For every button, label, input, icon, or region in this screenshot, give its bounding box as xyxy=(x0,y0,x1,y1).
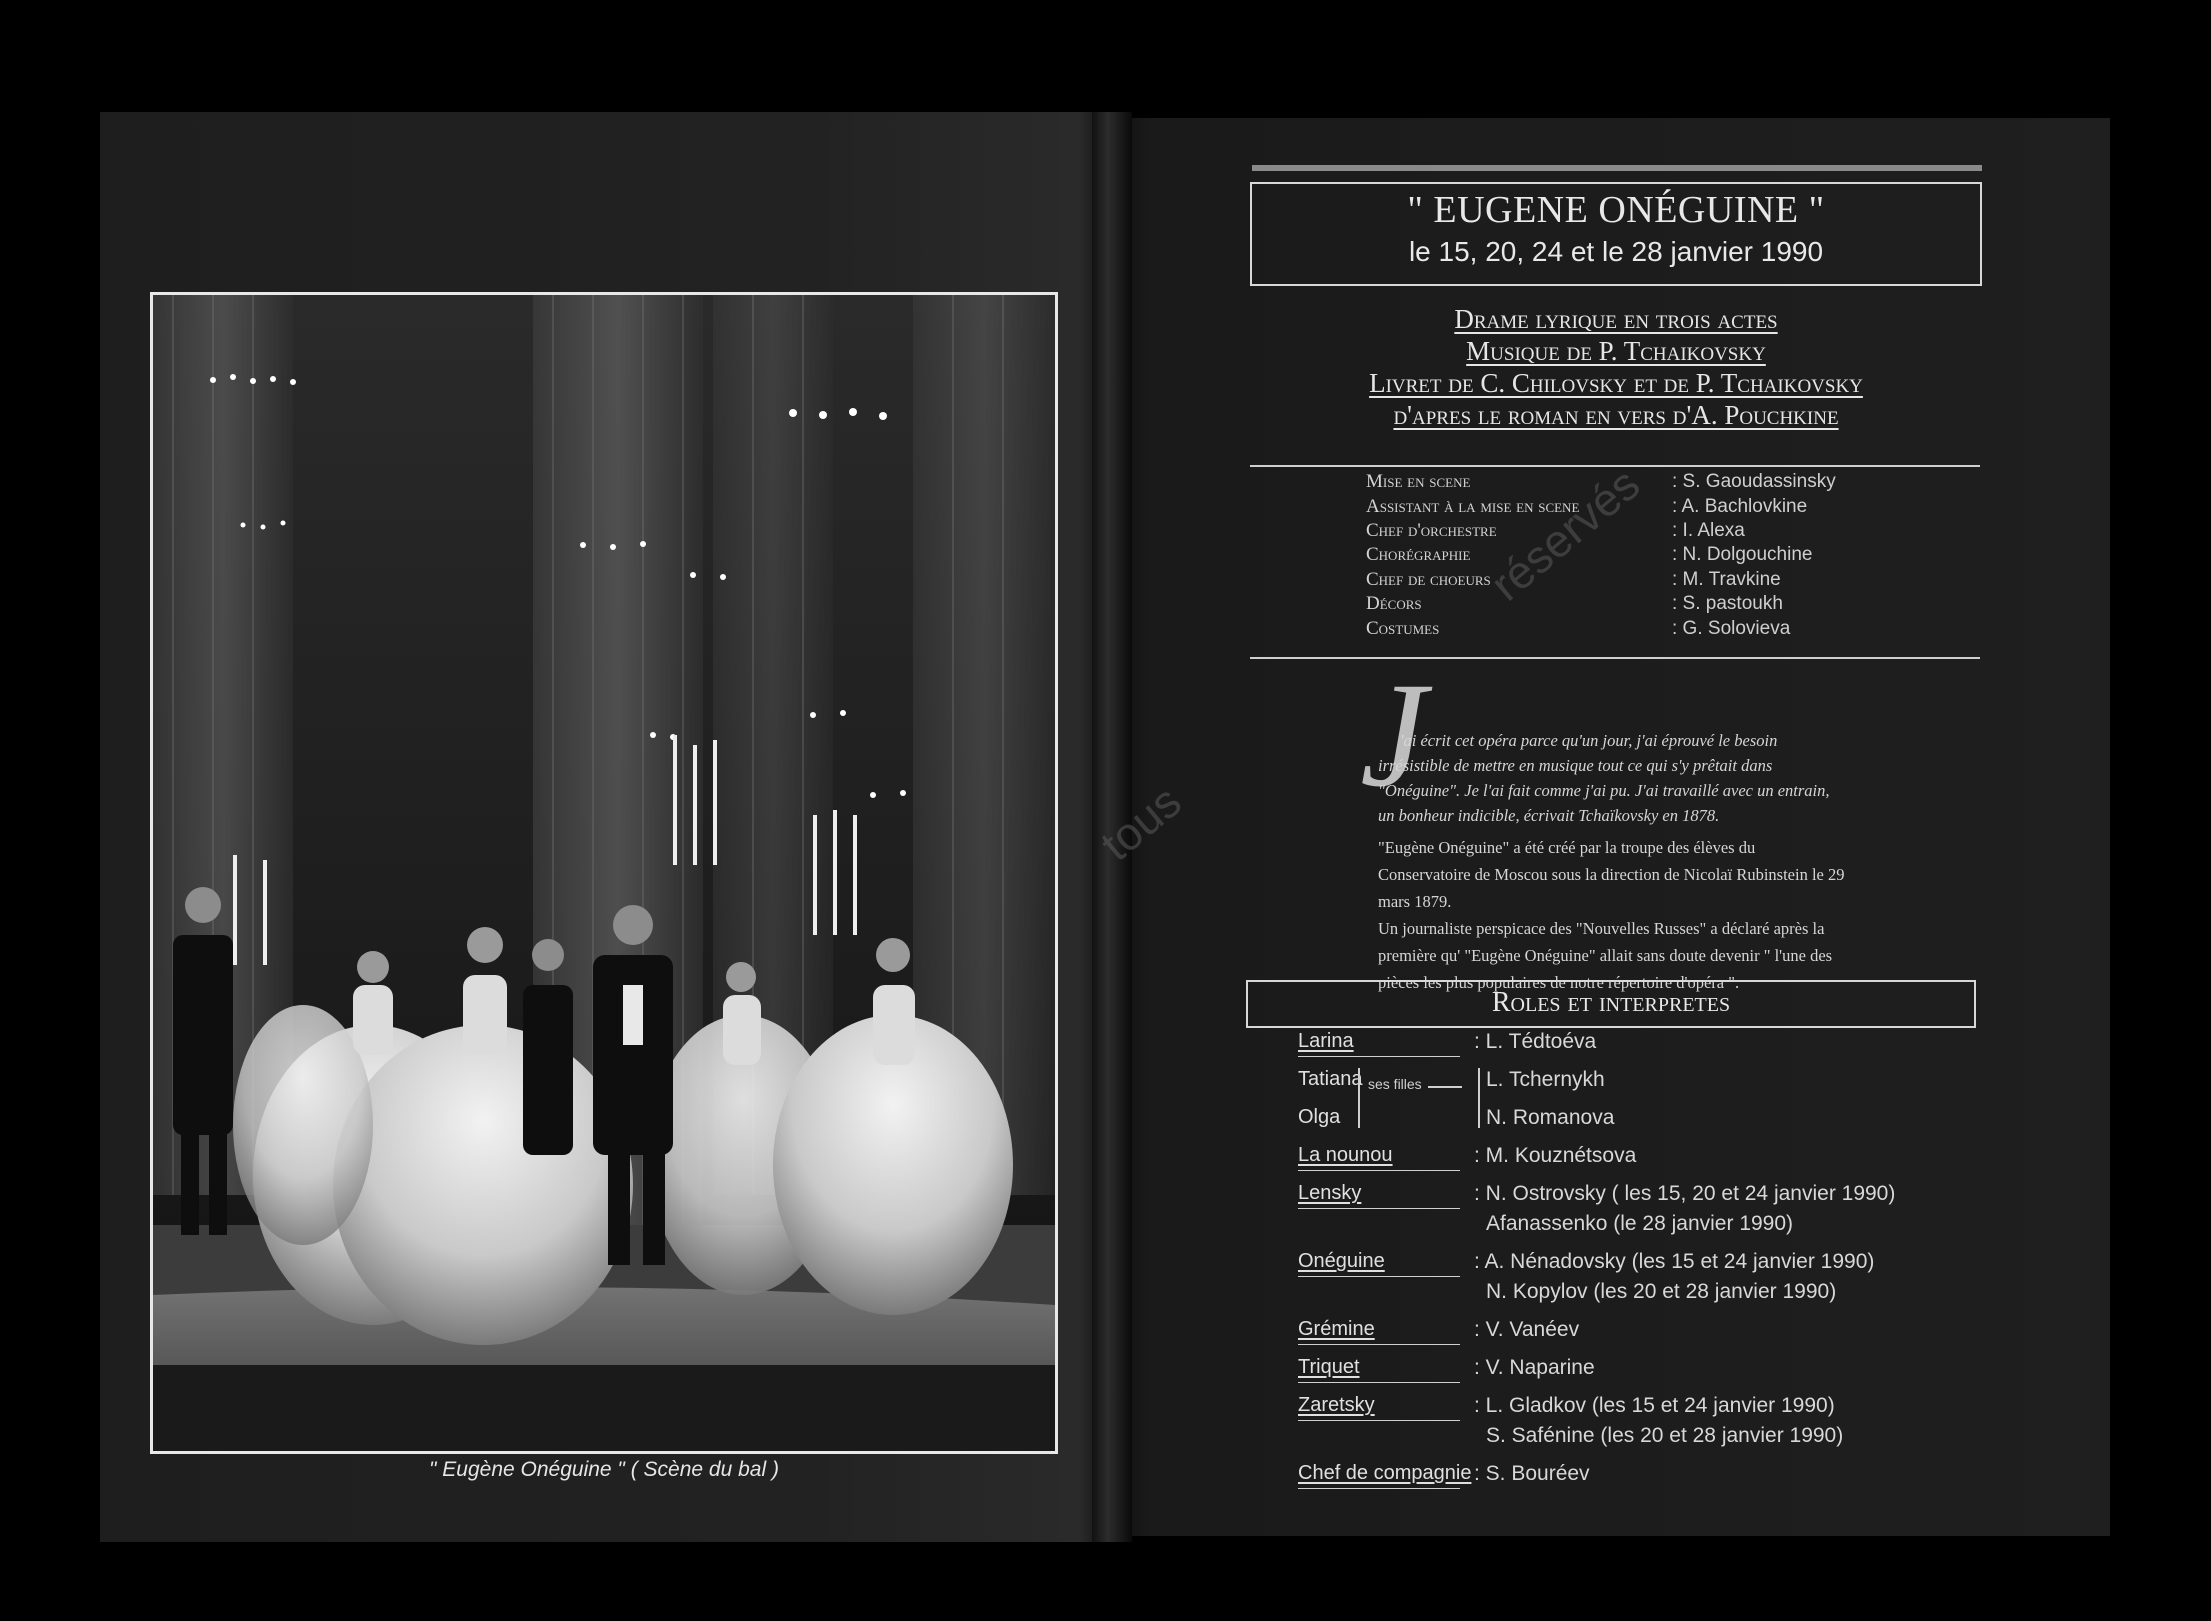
cast-actor: : A. Nénadovsky (les 15 et 24 janvier 19… xyxy=(1474,1250,1875,1273)
credit-name: : S. Gaoudassinsky xyxy=(1672,471,1836,493)
subtitle-line: Livret de C. Chilovsky et de P. Tchaikov… xyxy=(1369,368,1863,398)
cast-actor: : S. Bouréev xyxy=(1474,1462,1590,1485)
sisters-label: ses filles xyxy=(1368,1076,1422,1092)
credit-row: Chef d'orchestre: I. Alexa xyxy=(1366,519,1986,543)
cast-actor: : M. Kouznétsova xyxy=(1474,1144,1637,1167)
cast-role: La nounou xyxy=(1298,1144,1460,1171)
cast-actor: N. Romanova xyxy=(1486,1106,1615,1129)
cast-role: Olga xyxy=(1298,1106,1341,1128)
tchaikovsky-quote: 'ai écrit cet opéra parce qu'un jour, j'… xyxy=(1378,731,1830,825)
subtitle-line: d'apres le roman en vers d'A. Pouchkine xyxy=(1393,400,1839,430)
history-text: "Eugène Onéguine" a été créé par la trou… xyxy=(1378,834,1850,996)
credit-row: Décors: S. pastoukh xyxy=(1366,592,1986,616)
cast-actor: S. Safénine (les 20 et 28 janvier 1990) xyxy=(1486,1424,1844,1447)
credit-name: : N. Dolgouchine xyxy=(1672,544,1813,566)
credit-name: : G. Solovieva xyxy=(1672,617,1791,639)
credit-row: Mise en scene: S. Gaoudassinsky xyxy=(1366,470,1986,494)
cast-actor: Afanassenko (le 28 janvier 1990) xyxy=(1486,1212,1794,1235)
credit-name: : A. Bachlovkine xyxy=(1672,495,1808,517)
cast-actor: N. Kopylov (les 20 et 28 janvier 1990) xyxy=(1486,1280,1837,1303)
credit-role: Costumes xyxy=(1366,617,1440,639)
cast-actor: : V. Naparine xyxy=(1474,1356,1595,1379)
cast-actor: : L. Tédtoéva xyxy=(1474,1030,1597,1053)
photo-caption: " Eugène Onéguine " ( Scène du bal ) xyxy=(429,1458,779,1481)
paragraph: "Eugène Onéguine" a été créé par la trou… xyxy=(1378,838,1845,911)
cast-role: Grémine xyxy=(1298,1318,1460,1345)
ballroom-scene-illustration xyxy=(153,295,1055,1451)
cast-actor: L. Tchernykh xyxy=(1486,1068,1605,1091)
subtitle-line: Musique de P. Tchaikovsky xyxy=(1466,336,1766,366)
credit-name: : S. pastoukh xyxy=(1672,593,1783,615)
roles-heading: Roles et interpretes xyxy=(1246,980,1976,1028)
cast-role: Larina xyxy=(1298,1030,1460,1057)
top-rule xyxy=(1252,165,1982,171)
cast-actor: : V. Vanéev xyxy=(1474,1318,1580,1341)
bracket-line xyxy=(1478,1068,1480,1128)
title-box: " EUGENE ONÉGUINE " le 15, 20, 24 et le … xyxy=(1250,182,1982,286)
cast-role: Zaretsky xyxy=(1298,1394,1460,1421)
credit-row: Chef de choeurs: M. Travkine xyxy=(1366,568,1986,592)
credit-row: Costumes : G. Solovieva xyxy=(1366,616,1986,640)
cast-actor: : L. Gladkov (les 15 et 24 janvier 1990) xyxy=(1474,1394,1835,1417)
opera-title: " EUGENE ONÉGUINE " xyxy=(1407,189,1825,231)
cast-role: Tatiana xyxy=(1298,1068,1363,1090)
credit-name: : I. Alexa xyxy=(1672,519,1745,541)
ballroom-photo xyxy=(150,292,1058,1454)
opera-subtitles: Drame lyrique en trois actes Musique de … xyxy=(1250,303,1982,431)
credit-name: : M. Travkine xyxy=(1672,568,1781,590)
cast-actor: : N. Ostrovsky ( les 15, 20 et 24 janvie… xyxy=(1474,1182,1896,1205)
credit-row: Chorégraphie: N. Dolgouchine xyxy=(1366,543,1986,567)
cast-role: Lensky xyxy=(1298,1182,1460,1209)
bracket-line xyxy=(1358,1068,1360,1128)
performance-dates: le 15, 20, 24 et le 28 janvier 1990 xyxy=(1408,236,1824,267)
bracket-dash xyxy=(1428,1086,1462,1088)
credit-row: Assistant à la mise en scene: A. Bachlov… xyxy=(1366,494,1986,518)
subtitle-line: Drame lyrique en trois actes xyxy=(1454,304,1778,334)
cast-role: Onéguine xyxy=(1298,1250,1460,1277)
cast-role: Triquet xyxy=(1298,1356,1460,1383)
cast-role: Chef de compagnie xyxy=(1298,1462,1471,1489)
credits-list: Mise en scene: S. Gaoudassinsky Assistan… xyxy=(1366,470,1986,641)
